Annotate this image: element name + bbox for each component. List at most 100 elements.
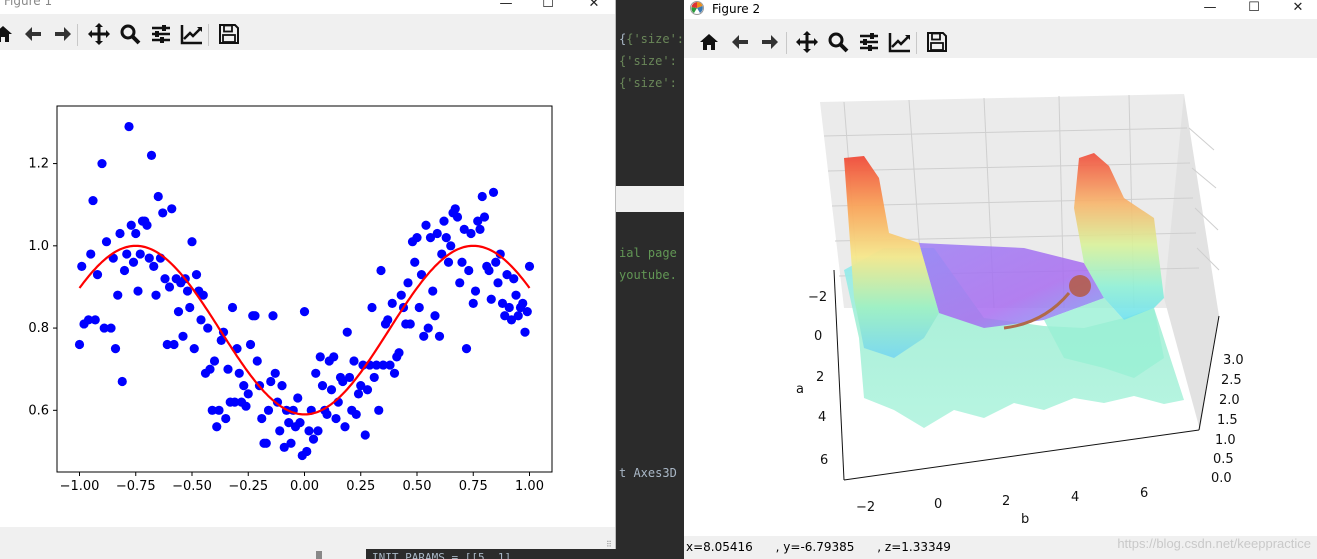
- scatter-point: [169, 339, 179, 350]
- b-tick-label: −2: [856, 500, 875, 515]
- scatter-point: [374, 405, 384, 415]
- scatter-point: [245, 339, 256, 350]
- scatter-point: [106, 323, 116, 333]
- scatter-point: [315, 352, 325, 362]
- scatter-point: [122, 249, 132, 259]
- x-tick-label: −0.25: [228, 479, 268, 494]
- scatter-point: [124, 121, 134, 132]
- scatter-point: [513, 311, 523, 321]
- minimize-button[interactable]: —: [1188, 0, 1232, 18]
- scatter-point: [252, 356, 262, 366]
- scatter-point: [110, 344, 121, 354]
- maximize-button[interactable]: ☐: [1232, 0, 1276, 18]
- pan-icon[interactable]: [84, 18, 114, 50]
- save-icon[interactable]: [922, 26, 952, 58]
- save-icon[interactable]: [214, 18, 244, 50]
- figure-2-canvas[interactable]: −2 0 2 4 6 a −2 0 2 4 6 b 0.0 0.5 1.0 1.…: [684, 58, 1317, 536]
- back-icon[interactable]: [18, 18, 48, 50]
- optimizer-ball: [1069, 275, 1091, 297]
- scatter-point: [387, 298, 397, 308]
- resize-grip[interactable]: ⠿: [606, 540, 612, 549]
- scatter-point: [340, 422, 350, 432]
- z-tick-label: 2.0: [1219, 393, 1240, 408]
- scatter-point: [389, 368, 400, 378]
- figure-2-title: Figure 2: [712, 2, 761, 16]
- scatter-point: [443, 257, 454, 267]
- scatter-point: [299, 307, 310, 317]
- zoom-icon[interactable]: [115, 18, 145, 50]
- scatter-point: [367, 302, 377, 313]
- scatter-point: [196, 315, 206, 325]
- scatter-point: [470, 286, 481, 296]
- scatter-point: [101, 237, 112, 247]
- toolbar-separator: [77, 24, 78, 46]
- scatter-point: [164, 282, 175, 292]
- scatter-point: [135, 249, 145, 259]
- scatter-point: [450, 204, 460, 214]
- scatter-point: [286, 438, 296, 448]
- scatter-point: [520, 327, 530, 337]
- pan-icon[interactable]: [792, 26, 822, 58]
- scroll-handle[interactable]: [316, 551, 322, 559]
- z-tick-label: 3.0: [1223, 353, 1244, 368]
- home-icon[interactable]: [0, 18, 18, 50]
- scatter-point: [88, 195, 98, 206]
- scatter-point: [142, 220, 152, 230]
- scatter-point: [414, 302, 424, 313]
- forward-icon[interactable]: [755, 26, 785, 58]
- back-icon[interactable]: [725, 26, 755, 58]
- scatter-point: [241, 401, 251, 411]
- forward-icon[interactable]: [48, 18, 78, 50]
- scatter-point: [522, 307, 532, 317]
- scatter-point: [304, 426, 314, 436]
- scatter-point: [468, 298, 478, 308]
- scatter-point: [439, 216, 449, 226]
- close-button[interactable]: ✕: [1276, 0, 1317, 18]
- close-button[interactable]: ✕: [572, 0, 615, 14]
- b-axis-ticks: −2 0 2 4 6 b: [856, 486, 1148, 527]
- code-editor-background: {{'size': {'size': {'size': ial page you…: [615, 0, 684, 559]
- scatter-point: [428, 286, 438, 296]
- a-tick-label: 0: [814, 329, 822, 344]
- a-tick-label: 6: [820, 453, 828, 468]
- zoom-icon[interactable]: [823, 26, 853, 58]
- surface-3d-plot: −2 0 2 4 6 a −2 0 2 4 6 b 0.0 0.5 1.0 1.…: [796, 94, 1244, 527]
- maximize-button[interactable]: ☐: [526, 0, 570, 14]
- scatter-point: [144, 253, 154, 263]
- edit-axes-icon[interactable]: [885, 26, 915, 58]
- edit-axes-icon[interactable]: [177, 18, 207, 50]
- scatter-point: [313, 426, 323, 436]
- scatter-point: [77, 261, 87, 271]
- editor-line-4: ial page: [619, 246, 677, 260]
- scatter-point: [488, 187, 499, 197]
- x-tick-label: 0.50: [403, 479, 432, 494]
- scatter-point: [329, 352, 339, 362]
- home-icon[interactable]: [694, 26, 724, 58]
- scatter-point: [360, 430, 370, 440]
- z-tick-label: 0.5: [1213, 452, 1234, 467]
- a-tick-label: 2: [816, 370, 824, 385]
- scatter-point: [128, 257, 139, 267]
- configure-subplots-icon[interactable]: [146, 18, 176, 50]
- minimize-button[interactable]: —: [484, 0, 528, 14]
- editor-line-3: {'size':: [619, 76, 677, 90]
- coordinate-readout: x=8.05416 , y=-6.79385 , z=1.33349: [686, 540, 951, 554]
- x-tick-label: −1.00: [60, 479, 100, 494]
- scatter-point: [115, 228, 125, 239]
- editor-line-5: youtube.: [619, 268, 677, 282]
- b-tick-label: 2: [1002, 494, 1010, 509]
- scatter-point: [173, 307, 184, 317]
- z-tick-label: 1.5: [1217, 413, 1238, 428]
- figure-1-canvas[interactable]: −1.00 −0.75 −0.50 −0.25 0.00 0.25 0.50 0.75 1.00…: [0, 50, 615, 527]
- scatter-point: [167, 204, 177, 214]
- configure-subplots-icon[interactable]: [854, 26, 884, 58]
- scatter-point: [270, 368, 280, 378]
- scatter-point: [74, 339, 85, 350]
- scatter-point: [221, 413, 231, 424]
- scatter-point: [275, 426, 285, 436]
- scatter-point: [484, 265, 494, 276]
- scatter-point: [362, 385, 373, 395]
- scatter-chart: −1.00 −0.75 −0.50 −0.25 0.00 0.25 0.50 0.75 1.00…: [28, 105, 553, 494]
- scatter-point: [455, 278, 465, 288]
- scatter-point: [385, 360, 395, 370]
